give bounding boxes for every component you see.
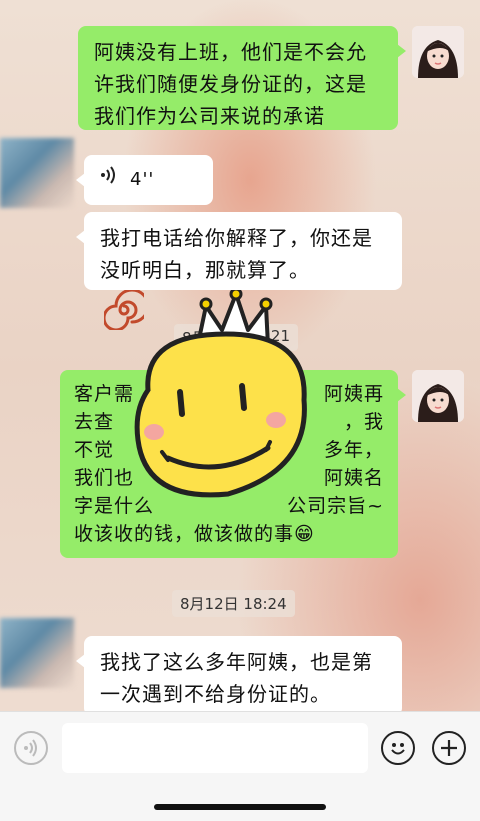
other-avatar[interactable] [0, 618, 74, 688]
voice-icon[interactable] [14, 731, 48, 765]
voice-message-bubble[interactable]: 4'' [76, 155, 213, 205]
message-text-line: 一次遇到不给身份证的。 [100, 682, 331, 706]
message-input[interactable] [62, 723, 368, 773]
voice-duration: 4'' [130, 169, 155, 190]
message-text-line: 我找了这么多年阿姨，也是第 [100, 650, 373, 674]
self-avatar[interactable] [412, 370, 464, 422]
message-bubble-other[interactable]: 我找了这么多年阿姨，也是第 一次遇到不给身份证的。 [76, 636, 402, 716]
self-avatar[interactable] [412, 26, 464, 78]
chat-input-bar [0, 711, 480, 821]
timestamp: 8月12日 18:24 [172, 590, 295, 617]
message-bubble-self[interactable]: 阿姨没有上班，他们是不会允 许我们随便发身份证的，这是 我们作为公司来说的承诺 [78, 26, 406, 130]
smiley-crown-sticker [134, 290, 307, 498]
message-text-line: 阿姨没有上班，他们是不会允 [94, 40, 367, 64]
message-bubble-other[interactable]: 我打电话给你解释了，你还是 没听明白，那就算了。 [76, 212, 402, 290]
emoji-icon[interactable] [381, 731, 415, 765]
message-text-line: 没听明白，那就算了。 [100, 258, 310, 282]
home-indicator[interactable] [154, 804, 326, 810]
other-avatar[interactable] [0, 138, 74, 208]
plus-icon[interactable] [432, 731, 466, 765]
message-text-line: 许我们随便发身份证的，这是 [94, 72, 367, 96]
message-text-line: 我打电话给你解释了，你还是 [100, 226, 373, 250]
message-text-line: 我们作为公司来说的承诺 [94, 104, 325, 128]
voice-wave-icon [100, 164, 118, 196]
